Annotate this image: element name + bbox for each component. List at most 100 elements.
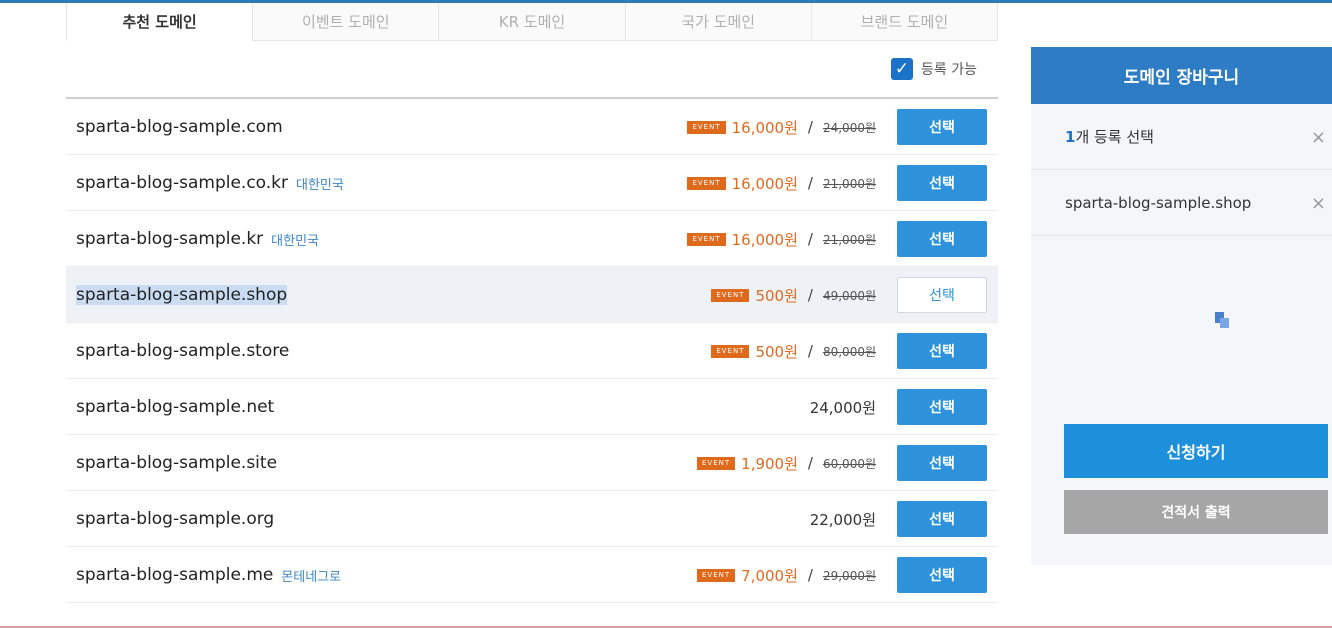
price-cell: 24,000원 [810,379,876,435]
domain-name: sparta-blog-sample.store [76,341,290,361]
tab-event[interactable]: 이벤트 도메인 [253,3,440,41]
sale-price: 500원 [755,286,798,305]
tab-recommended[interactable]: 추천 도메인 [66,3,254,41]
domain-row: sparta-blog-sample.com EVENT 16,000원 / 24,00… [66,99,998,155]
sale-price: 7,000원 [741,566,798,585]
domain-cell: sparta-blog-sample.co.kr 대한민국 [76,155,344,211]
price-cell: EVENT 16,000원 / 21,000원 [687,211,876,267]
select-button[interactable]: 선택 [897,165,987,201]
sale-price: 16,000원 [731,118,798,137]
cart-summary: 1개 등록 선택 × [1031,104,1332,170]
price-separator: / [807,342,813,360]
domain-row: sparta-blog-sample.shop EVENT 500원 / 49,000원… [66,267,998,323]
price-cell: EVENT 16,000원 / 24,000원 [687,99,876,155]
original-price: 21,000원 [822,232,876,247]
sale-price: 500원 [755,342,798,361]
domain-name: sparta-blog-sample.shop [76,285,288,305]
cart-item-domain: sparta-blog-sample.shop [1065,193,1252,212]
cart-title: 도메인 장바구니 [1031,47,1332,104]
original-price: 60,000원 [822,456,876,471]
event-badge: EVENT [687,232,726,246]
available-filter[interactable]: ✓ 등록 가능 [891,58,977,80]
domain-cell: sparta-blog-sample.store [76,323,289,379]
domain-cart: 도메인 장바구니 1개 등록 선택 × sparta-blog-sample.s… [1031,47,1332,565]
available-checkbox[interactable]: ✓ [891,58,914,80]
domain-cell: sparta-blog-sample.com [76,99,283,155]
price-cell: 22,000원 [810,491,876,547]
original-price: 21,000원 [822,176,876,191]
price-separator: / [807,174,813,192]
select-button[interactable]: 선택 [897,501,987,537]
domain-row: sparta-blog-sample.me 몬테네그로 EVENT 7,000원 / 29… [66,547,998,603]
select-button[interactable]: 선택 [897,109,987,145]
domain-name: sparta-blog-sample.org [76,509,275,529]
price-cell: EVENT 1,900원 / 60,000원 [697,435,876,491]
original-price: 29,000원 [822,568,876,583]
print-quote-button[interactable]: 견적서 출력 [1064,490,1328,534]
domain-row: sparta-blog-sample.org 22,000원 선택 [66,491,998,547]
sale-price: 16,000원 [731,174,798,193]
remove-item-icon[interactable]: × [1311,170,1326,236]
cart-item: sparta-blog-sample.shop × [1031,170,1332,236]
price-separator: / [807,566,813,584]
domain-name: sparta-blog-sample.net [76,397,275,417]
select-button[interactable]: 선택 [897,333,987,369]
price-cell: EVENT 7,000원 / 29,000원 [697,547,876,603]
tab-brand[interactable]: 브랜드 도메인 [811,3,999,41]
original-price: 49,000원 [822,288,876,303]
domain-cell: sparta-blog-sample.shop [76,267,288,323]
price-separator: / [807,118,813,136]
domain-name: sparta-blog-sample.site [76,453,278,473]
sale-price: 1,900원 [741,454,798,473]
price-cell: EVENT 500원 / 80,000원 [711,323,876,379]
domain-cell: sparta-blog-sample.org [76,491,274,547]
event-badge: EVENT [697,568,736,582]
select-button[interactable]: 선택 [897,221,987,257]
country-label: 몬테네그로 [281,569,342,585]
price-separator: / [807,286,813,304]
tab-country[interactable]: 국가 도메인 [625,3,812,41]
price-separator: / [807,454,813,472]
original-price: 24,000원 [822,120,876,135]
select-button[interactable]: 선택 [897,445,987,481]
original-price: 80,000원 [822,344,876,359]
country-label: 대한민국 [296,177,344,193]
domain-cell: sparta-blog-sample.net [76,379,274,435]
domain-row: sparta-blog-sample.net 24,000원 선택 [66,379,998,435]
country-label: 대한민국 [271,233,320,249]
event-badge: EVENT [711,288,750,302]
sale-price: 16,000원 [731,230,798,249]
domain-row: sparta-blog-sample.kr 대한민국 EVENT 16,000원 / 21… [66,211,998,267]
event-badge: EVENT [687,176,726,190]
domain-row: sparta-blog-sample.site EVENT 1,900원 / 60,00… [66,435,998,491]
select-button[interactable]: 선택 [897,557,987,593]
price-cell: EVENT 500원 / 49,000원 [711,267,876,323]
select-button[interactable]: 선택 [897,277,987,313]
price-separator: / [807,230,813,248]
regular-price: 22,000원 [809,510,876,529]
domain-name: sparta-blog-sample.co.kr [76,173,289,193]
event-badge: EVENT [697,456,736,470]
regular-price: 24,000원 [809,398,876,417]
domain-category-tabs: 추천 도메인 이벤트 도메인 KR 도메인 국가 도메인 브랜드 도메인 [66,3,999,41]
domain-results-list: sparta-blog-sample.com EVENT 16,000원 / 24,00… [66,99,998,603]
cart-count: 1 [1065,127,1076,146]
domain-name: sparta-blog-sample.com [76,117,283,137]
domain-row: sparta-blog-sample.co.kr 대한민국 EVENT 16,000원… [66,155,998,211]
domain-cell: sparta-blog-sample.site [76,435,277,491]
select-button[interactable]: 선택 [897,389,987,425]
tab-kr[interactable]: KR 도메인 [439,3,626,41]
domain-cell: sparta-blog-sample.kr 대한민국 [76,211,319,267]
apply-button[interactable]: 신청하기 [1064,424,1328,478]
event-badge: EVENT [711,344,750,358]
cursor-icon [1215,312,1229,328]
event-badge: EVENT [687,120,726,134]
domain-cell: sparta-blog-sample.me 몬테네그로 [76,547,341,603]
clear-cart-icon[interactable]: × [1311,104,1326,170]
domain-row: sparta-blog-sample.store EVENT 500원 / 80,000… [66,323,998,379]
domain-name: sparta-blog-sample.kr [76,229,264,249]
cart-count-label: 개 등록 선택 [1075,128,1154,146]
price-cell: EVENT 16,000원 / 21,000원 [687,155,876,211]
domain-name: sparta-blog-sample.me [76,565,274,585]
available-label: 등록 가능 [921,62,977,78]
